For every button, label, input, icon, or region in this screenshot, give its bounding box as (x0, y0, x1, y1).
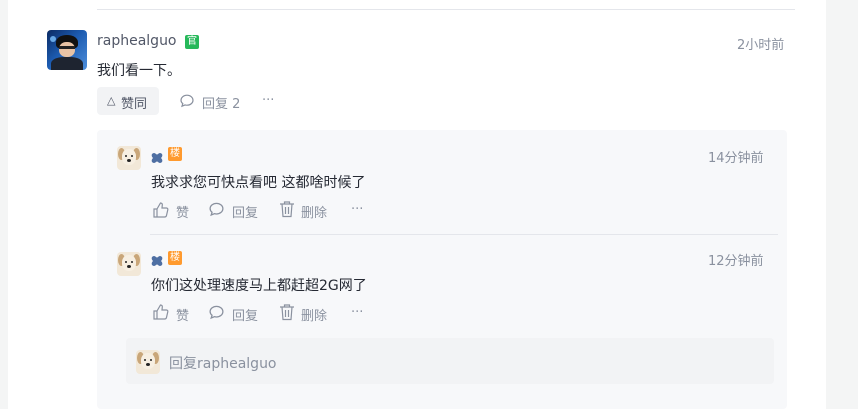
more-dots-icon[interactable]: ··· (351, 202, 363, 217)
reply-time: 14分钟前 (708, 151, 764, 166)
trash-icon[interactable] (279, 303, 295, 325)
delete-button[interactable]: 删除 (301, 305, 327, 324)
author-badge: 楼 (168, 251, 182, 265)
divider (150, 234, 778, 235)
comment-bubble-icon[interactable] (179, 93, 195, 113)
delete-button[interactable]: 删除 (301, 202, 327, 221)
comment-username[interactable]: raphealguo (97, 33, 177, 49)
comment-time: 2小时前 (737, 38, 785, 53)
reply-avatar[interactable] (117, 252, 141, 276)
thumb-up-icon[interactable] (152, 201, 170, 223)
more-dots-icon[interactable]: ··· (351, 305, 363, 320)
divider (97, 9, 795, 10)
comment-bubble-icon[interactable] (208, 201, 225, 222)
avatar[interactable] (47, 30, 87, 70)
reply-button[interactable]: 回复 (232, 305, 258, 324)
reply-placeholder: 回复raphealguo (169, 356, 277, 372)
reply-input[interactable]: 回复raphealguo (126, 338, 774, 384)
blob-nickname-icon[interactable] (151, 252, 163, 266)
reply-content: 你们这处理速度马上都赶超2G网了 (151, 278, 367, 294)
author-badge: 楼 (168, 147, 182, 161)
current-user-avatar (136, 350, 160, 374)
upvote-label: 赞同 (121, 97, 148, 112)
more-dots-icon[interactable]: ··· (262, 93, 274, 108)
official-badge: 官 (185, 35, 199, 49)
comment-card: raphealguo 官 2小时前 我们看一下。 △ 赞同 回复 2 ··· 楼… (8, 0, 826, 409)
reply-avatar[interactable] (117, 146, 141, 170)
thumb-up-icon[interactable] (152, 303, 170, 325)
trash-icon[interactable] (279, 200, 295, 222)
reply-content: 我求求您可快点看吧 这都啥时候了 (151, 175, 366, 191)
reply-time: 12分钟前 (708, 254, 764, 269)
like-button[interactable]: 赞 (176, 202, 189, 221)
triangle-up-icon: △ (107, 94, 116, 107)
like-button[interactable]: 赞 (176, 305, 189, 324)
reply-button[interactable]: 回复 (232, 202, 258, 221)
blob-nickname-icon[interactable] (151, 149, 163, 163)
comment-content: 我们看一下。 (97, 63, 181, 79)
reply-count-button[interactable]: 回复 2 (202, 93, 240, 112)
upvote-button[interactable]: △ 赞同 (97, 87, 159, 115)
comment-bubble-icon[interactable] (208, 304, 225, 325)
